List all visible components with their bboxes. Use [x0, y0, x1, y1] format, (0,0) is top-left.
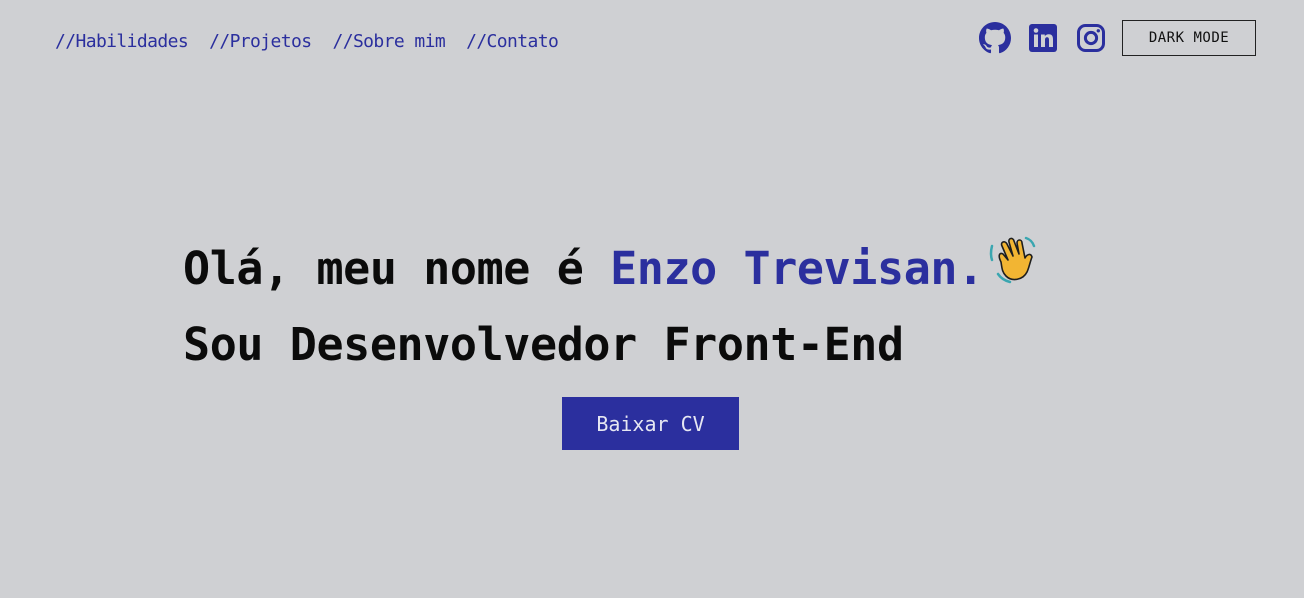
nav-link-habilidades[interactable]: //Habilidades [55, 31, 189, 52]
nav-link-contato[interactable]: //Contato [466, 31, 559, 52]
nav-link-sobre-mim[interactable]: //Sobre mim [332, 31, 445, 52]
social-links: DARK MODE [978, 20, 1256, 56]
dark-mode-toggle[interactable]: DARK MODE [1122, 20, 1256, 56]
download-cv-button[interactable]: Baixar CV [562, 397, 739, 450]
github-link[interactable] [978, 21, 1012, 55]
hero-greeting-line: Olá, meu nome é Enzo Trevisan. [183, 232, 1040, 309]
instagram-icon [1077, 24, 1105, 52]
linkedin-link[interactable] [1026, 21, 1060, 55]
hero: Olá, meu nome é Enzo Trevisan. Sou Desen… [183, 232, 1040, 381]
instagram-link[interactable] [1074, 21, 1108, 55]
waving-hand-icon [986, 232, 1040, 309]
nav-link-projetos[interactable]: //Projetos [209, 31, 312, 52]
hero-name: Enzo Trevisan. [610, 242, 984, 295]
github-icon [979, 22, 1011, 54]
linkedin-icon [1029, 24, 1057, 52]
hero-subtitle: Sou Desenvolvedor Front-End [183, 318, 904, 371]
greeting-text: Olá, meu nome é [183, 242, 611, 295]
main-nav: //Habilidades //Projetos //Sobre mim //C… [55, 31, 559, 52]
